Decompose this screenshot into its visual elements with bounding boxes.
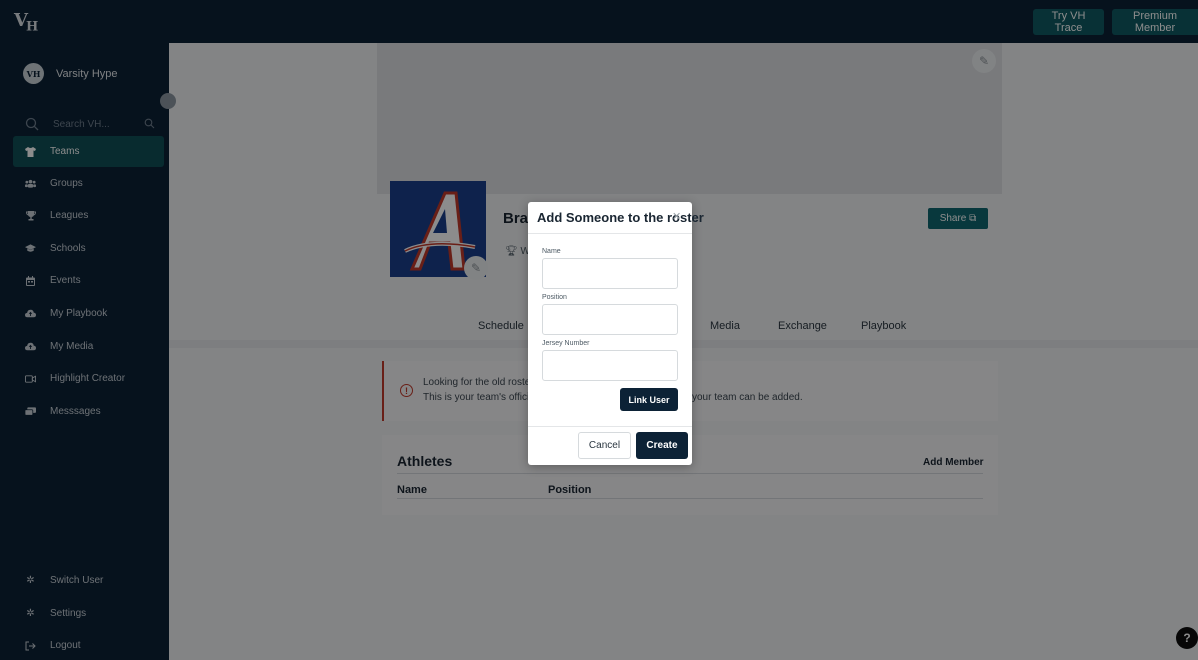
position-field-label: Position xyxy=(542,294,567,301)
close-icon[interactable]: ✕ xyxy=(672,210,681,223)
cancel-button[interactable]: Cancel xyxy=(578,432,631,459)
jersey-number-field-label: Jersey Number xyxy=(542,340,590,347)
create-button[interactable]: Create xyxy=(636,432,688,459)
position-field[interactable] xyxy=(542,304,678,335)
link-user-button[interactable]: Link User xyxy=(620,388,678,411)
name-field[interactable] xyxy=(542,258,678,289)
jersey-number-field[interactable] xyxy=(542,350,678,381)
modal-footer-divider xyxy=(528,426,692,427)
add-roster-modal: Add Someone to the roster ✕ Name Positio… xyxy=(528,202,704,465)
modal-header-divider xyxy=(528,233,692,234)
name-field-label: Name xyxy=(542,248,561,255)
